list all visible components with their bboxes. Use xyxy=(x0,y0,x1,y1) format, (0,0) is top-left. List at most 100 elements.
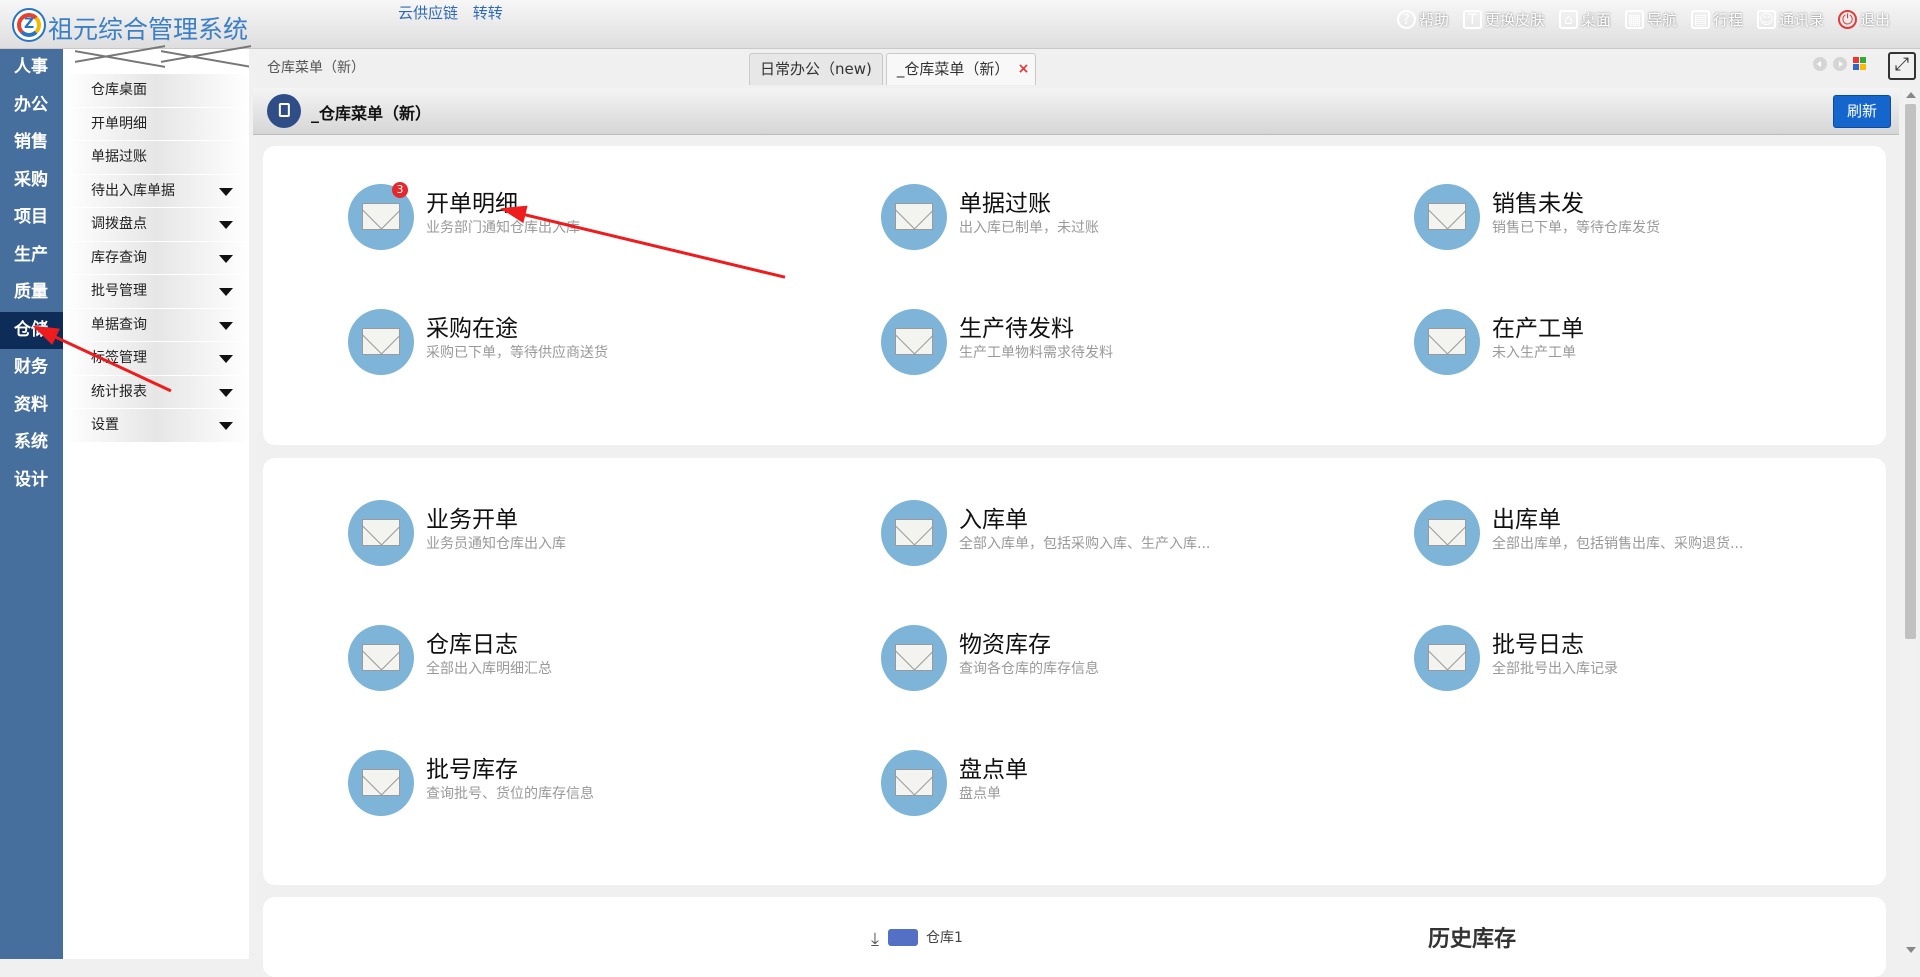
change-skin-button[interactable]: T 更换皮肤 xyxy=(1462,9,1545,30)
tile-batch-stock[interactable]: 批号库存 查询批号、货位的库存信息 xyxy=(348,750,788,820)
refresh-button[interactable]: 刷新 xyxy=(1833,95,1891,128)
chevron-down-icon xyxy=(219,221,233,229)
tile-receipt[interactable]: 入库单 全部入库单，包括采购入库、生产入库... xyxy=(881,500,1321,570)
tile-order-detail[interactable]: 3 开单明细 业务部门通知仓库出入库 xyxy=(348,182,788,254)
tile-desc: 全部批号出入库记录 xyxy=(1492,661,1618,677)
tab-warehouse-menu[interactable]: _仓库菜单（新） × xyxy=(885,53,1037,85)
menu-item-order-detail[interactable]: 开单明细 xyxy=(63,107,249,141)
tile-title: 单据过账 xyxy=(959,191,1051,217)
quick-link-zhuanzhuan[interactable]: 转转 xyxy=(473,4,503,22)
chevron-down-icon xyxy=(219,355,233,363)
chevron-down-icon xyxy=(219,187,233,196)
tile-batch-log[interactable]: 批号日志 全部批号出入库记录 xyxy=(1414,625,1854,695)
tile-desc: 采购已下单，等待供应商送货 xyxy=(426,345,608,361)
nav-item-project[interactable]: 项目 xyxy=(0,199,63,237)
top-actions: ? 帮助 T 更换皮肤 ⌂ 桌面 ▦ 导航 ▤ 行程 ☺ 通讯录 ⏻ 退出 xyxy=(1396,9,1890,30)
tile-business-order[interactable]: 业务开单 业务员通知仓库出入库 xyxy=(348,500,788,570)
menu-item-batch-mgmt[interactable]: 批号管理 xyxy=(63,275,249,309)
warehouse-menu: 仓库桌面 开单明细 单据过账 待出入库单据 调拨盘点 库存查询 批号管理 单据查… xyxy=(63,45,251,959)
nav-item-quality[interactable]: 质量 xyxy=(0,274,63,312)
tile-desc: 出入库已制单，未过账 xyxy=(959,220,1099,236)
tile-desc: 销售已下单，等待仓库发货 xyxy=(1492,220,1660,236)
fullscreen-button[interactable]: ⤢ xyxy=(1888,52,1916,80)
tile-warehouse-log[interactable]: 仓库日志 全部出入库明细汇总 xyxy=(348,625,788,695)
nav-item-office[interactable]: 办公 xyxy=(0,87,63,125)
tile-desc: 查询批号、货位的库存信息 xyxy=(426,786,594,802)
app-title: 祖元综合管理系统 xyxy=(48,15,249,44)
tile-work-orders[interactable]: 在产工单 未入生产工单 xyxy=(1414,309,1854,379)
tile-purchase-transit[interactable]: 采购在途 采购已下单，等待供应商送货 xyxy=(348,309,788,379)
close-icon[interactable]: × xyxy=(1018,54,1030,85)
mail-icon xyxy=(348,750,414,816)
tile-stocktake[interactable]: 盘点单 盘点单 xyxy=(881,750,1321,820)
nav-item-design[interactable]: 设计 xyxy=(0,462,63,500)
nav-item-purchase[interactable]: 采购 xyxy=(0,162,63,200)
desktop-button[interactable]: ⌂ 桌面 xyxy=(1558,9,1611,30)
main-scrollbar[interactable] xyxy=(1902,88,1919,959)
todo-section: 3 开单明细 业务部门通知仓库出入库 单据过账 出入库已制单，未过账 销售未发 … xyxy=(263,146,1886,445)
top-bar: 祖元综合管理系统 云供应链 转转 ?帮助 T更换皮肤 ⌂桌面 ▦导航 ▤行程 ☺… xyxy=(0,0,1920,49)
quick-links: 云供应链 转转 xyxy=(398,2,513,23)
menu-item-reports[interactable]: 统计报表 xyxy=(63,375,249,409)
logout-button[interactable]: ⏻ 退出 xyxy=(1837,9,1890,30)
grid-icon: ▦ xyxy=(1624,10,1644,29)
menu-item-settings[interactable]: 设置 xyxy=(63,409,249,443)
tile-unshipped-sales[interactable]: 销售未发 销售已下单，等待仓库发货 xyxy=(1414,184,1854,254)
tile-title: 采购在途 xyxy=(426,316,518,342)
nav-item-production[interactable]: 生产 xyxy=(0,237,63,275)
download-icon[interactable]: ⤓ xyxy=(871,929,879,950)
mail-icon xyxy=(1414,184,1480,250)
tile-production-issue[interactable]: 生产待发料 生产工单物料需求待发料 xyxy=(881,309,1321,379)
menu-item-posting[interactable]: 单据过账 xyxy=(63,141,249,175)
collapse-menu-button[interactable] xyxy=(63,45,251,74)
module-nav: 人事 办公 销售 采购 项目 生产 质量 仓储 财务 资料 系统 设计 xyxy=(0,49,63,959)
history-stock-title: 历史库存 xyxy=(1428,927,1517,952)
home-icon: ⌂ xyxy=(1558,10,1578,29)
nav-item-hr[interactable]: 人事 xyxy=(0,49,63,87)
menu-item-doc-query[interactable]: 单据查询 xyxy=(63,308,249,342)
tile-title: 入库单 xyxy=(959,507,1028,533)
menu-item-label-mgmt[interactable]: 标签管理 xyxy=(63,342,249,376)
clipboard-icon xyxy=(259,86,309,136)
mail-icon xyxy=(1414,309,1480,375)
menu-item-stock-query[interactable]: 库存查询 xyxy=(63,241,249,275)
chevron-down-icon xyxy=(219,254,233,263)
menu-item-transfer-count[interactable]: 调拨盘点 xyxy=(63,208,249,242)
tile-issue[interactable]: 出库单 全部出库单，包括销售出库、采购退货... xyxy=(1414,500,1854,570)
scroll-up-icon[interactable] xyxy=(1906,92,1916,98)
schedule-button[interactable]: ▤ 行程 xyxy=(1690,9,1743,30)
chevron-down-icon xyxy=(219,288,233,296)
help-button[interactable]: ? 帮助 xyxy=(1396,9,1449,30)
tile-title: 批号日志 xyxy=(1492,632,1584,658)
tile-posting[interactable]: 单据过账 出入库已制单，未过账 xyxy=(881,184,1321,254)
mail-icon xyxy=(881,500,947,566)
scroll-down-icon[interactable] xyxy=(1906,947,1916,953)
quick-link-cloud-supply[interactable]: 云供应链 xyxy=(398,4,458,22)
tab-scroll-left-icon[interactable] xyxy=(1813,57,1827,71)
mail-icon xyxy=(881,750,947,816)
tab-menu-icon[interactable] xyxy=(1853,57,1866,70)
contacts-button[interactable]: ☺ 通讯录 xyxy=(1756,9,1824,30)
mail-icon xyxy=(348,625,414,691)
tile-desc: 全部出库单，包括销售出库、采购退货... xyxy=(1492,536,1744,552)
tile-title: 业务开单 xyxy=(426,507,518,533)
chevron-down-icon xyxy=(219,422,233,430)
menu-item-warehouse-desktop[interactable]: 仓库桌面 xyxy=(63,74,249,108)
tab-daily-office[interactable]: 日常办公（new) xyxy=(749,53,883,85)
scrollbar-thumb[interactable] xyxy=(1905,104,1916,639)
tile-title: 物资库存 xyxy=(959,632,1051,658)
nav-item-system[interactable]: 系统 xyxy=(0,424,63,462)
tile-desc: 查询各仓库的库存信息 xyxy=(959,661,1099,677)
navigation-button[interactable]: ▦ 导航 xyxy=(1624,9,1677,30)
chart-legend[interactable]: 仓库1 xyxy=(888,927,963,947)
mail-icon xyxy=(881,309,947,375)
tab-scroll-right-icon[interactable] xyxy=(1833,57,1847,71)
nav-item-finance[interactable]: 财务 xyxy=(0,349,63,387)
tile-title: 在产工单 xyxy=(1492,316,1584,342)
tile-title: 出库单 xyxy=(1492,507,1561,533)
mail-icon xyxy=(881,184,947,250)
nav-item-data[interactable]: 资料 xyxy=(0,387,63,425)
tile-material-stock[interactable]: 物资库存 查询各仓库的库存信息 xyxy=(881,625,1321,695)
menu-item-pending-io[interactable]: 待出入库单据 xyxy=(63,174,249,208)
nav-item-sales[interactable]: 销售 xyxy=(0,124,63,162)
